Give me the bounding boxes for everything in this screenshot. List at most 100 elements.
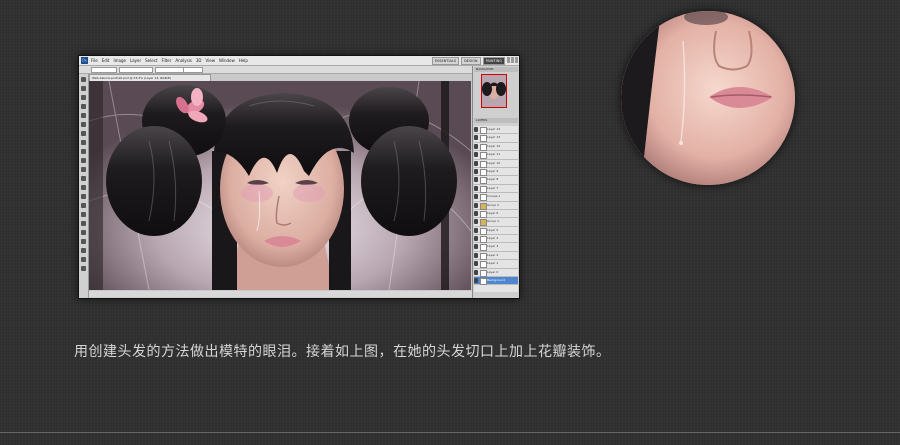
right-eyeshadow — [293, 184, 325, 202]
menu-item-help[interactable]: Help — [239, 56, 248, 65]
tool-icon[interactable] — [81, 113, 86, 118]
tool-icon[interactable] — [81, 131, 86, 136]
eye-icon[interactable] — [474, 269, 478, 275]
eye-icon[interactable] — [474, 252, 478, 258]
layer-row[interactable]: Layer 10 — [474, 160, 518, 168]
eye-icon[interactable] — [474, 261, 478, 267]
layer-row[interactable]: Layer 0 — [474, 269, 518, 278]
eye-icon[interactable] — [474, 185, 478, 191]
document-canvas[interactable] — [89, 81, 471, 290]
layer-row[interactable]: Layer 6 — [474, 210, 518, 219]
tool-icon[interactable] — [81, 158, 86, 163]
menu-item-select[interactable]: Select — [145, 56, 157, 65]
layer-name: Layer 10 — [487, 160, 501, 165]
workspace-essentials-button[interactable]: ESSENTIALS — [431, 57, 460, 65]
eye-icon[interactable] — [474, 227, 478, 233]
layer-name: Layer 4 — [487, 236, 499, 241]
close-icon[interactable] — [515, 57, 518, 63]
eye-icon[interactable] — [474, 210, 478, 216]
brush-size-field[interactable] — [119, 67, 153, 73]
menu-bar: Ps File Edit Image Layer Select Filter Analysi… — [79, 56, 519, 66]
layer-row[interactable]: Layer 9 — [474, 168, 518, 177]
menu-item-window[interactable]: Window — [219, 56, 235, 65]
minimize-icon[interactable] — [507, 57, 510, 63]
layer-name: Layer 0 — [487, 269, 499, 274]
menu-item-view[interactable]: View — [206, 56, 216, 65]
menu-item-layer[interactable]: Layer — [130, 56, 141, 65]
eye-icon[interactable] — [474, 152, 478, 158]
eye-icon[interactable] — [474, 194, 478, 200]
portrait-artwork — [89, 81, 471, 290]
eye-icon[interactable] — [474, 236, 478, 242]
navigator-thumbnail[interactable] — [481, 74, 507, 108]
mode-select[interactable] — [155, 67, 185, 73]
tool-icon[interactable] — [81, 77, 86, 82]
layer-thumbnail — [480, 143, 487, 151]
layer-row[interactable]: Layer 14 — [474, 126, 518, 135]
layer-name: Layer 14 — [487, 127, 501, 131]
layer-row[interactable]: Layer 2 — [474, 252, 518, 261]
tool-icon[interactable] — [81, 167, 86, 172]
layer-thumbnail — [480, 252, 487, 260]
tool-icon[interactable] — [81, 230, 86, 235]
tool-icon[interactable] — [81, 248, 86, 253]
layer-row[interactable]: Background — [474, 277, 518, 286]
layer-row[interactable]: Layer 13 — [474, 134, 518, 143]
tool-icon[interactable] — [81, 86, 86, 91]
tool-icon[interactable] — [81, 212, 86, 217]
eye-icon[interactable] — [474, 202, 478, 208]
eye-icon[interactable] — [474, 278, 478, 284]
eye-icon[interactable] — [474, 135, 478, 141]
layer-row[interactable]: Group 1 — [474, 218, 518, 227]
opacity-field[interactable] — [183, 67, 203, 73]
menu-item-edit[interactable]: Edit — [102, 56, 110, 65]
menu-item-filter[interactable]: Filter — [161, 56, 171, 65]
layer-row[interactable]: Layer 12 — [474, 143, 518, 152]
status-bar — [89, 291, 473, 297]
layer-row[interactable]: Layer 4 — [474, 235, 518, 244]
layer-thumbnail — [480, 261, 487, 269]
layer-thumbnail — [480, 152, 487, 160]
eye-icon[interactable] — [474, 143, 478, 149]
layer-row[interactable]: Curves 1 — [474, 193, 518, 202]
tool-icon[interactable] — [81, 194, 86, 199]
layer-row[interactable]: Layer 8 — [474, 176, 518, 185]
navigator-tab[interactable]: NAVIGATOR — [474, 67, 518, 72]
layer-row[interactable]: Layer 5 — [474, 227, 518, 236]
eye-icon[interactable] — [474, 219, 478, 225]
tool-icon[interactable] — [81, 149, 86, 154]
tool-icon[interactable] — [81, 95, 86, 100]
workspace-painting-button[interactable]: PAINTING — [482, 57, 505, 65]
tool-icon[interactable] — [81, 122, 86, 127]
layer-name: Layer 12 — [487, 143, 501, 148]
layer-row[interactable]: Layer 7 — [474, 185, 518, 194]
menu-item-file[interactable]: File — [91, 56, 98, 65]
eye-icon[interactable] — [474, 177, 478, 183]
tool-icon[interactable] — [81, 239, 86, 244]
tool-icon[interactable] — [81, 185, 86, 190]
tool-icon[interactable] — [81, 221, 86, 226]
maximize-icon[interactable] — [511, 57, 514, 63]
tool-icon[interactable] — [81, 176, 86, 181]
tool-icon[interactable] — [81, 104, 86, 109]
layer-row[interactable]: Group 2 — [474, 202, 518, 210]
tool-icon[interactable] — [81, 203, 86, 208]
layers-tab[interactable]: LAYERS — [474, 118, 518, 123]
eye-icon[interactable] — [474, 244, 478, 250]
layer-thumbnail — [480, 194, 487, 202]
menu-item-3d[interactable]: 3D — [196, 56, 202, 65]
eye-icon[interactable] — [474, 168, 478, 174]
layer-row[interactable]: Layer 11 — [474, 151, 518, 160]
tool-icon[interactable] — [81, 140, 86, 145]
eye-icon[interactable] — [474, 127, 478, 132]
tool-preset-field[interactable] — [91, 67, 117, 73]
layer-row[interactable]: Layer 3 — [474, 243, 518, 252]
eye-icon[interactable] — [474, 160, 478, 166]
layer-row[interactable]: Layer 1 — [474, 260, 518, 269]
tool-icon[interactable] — [81, 257, 86, 262]
options-bar — [79, 66, 519, 74]
tool-icon[interactable] — [81, 266, 86, 271]
menu-item-image[interactable]: Image — [113, 56, 126, 65]
menu-item-analysis[interactable]: Analysis — [175, 56, 191, 65]
workspace-design-button[interactable]: DESIGN — [461, 57, 481, 65]
